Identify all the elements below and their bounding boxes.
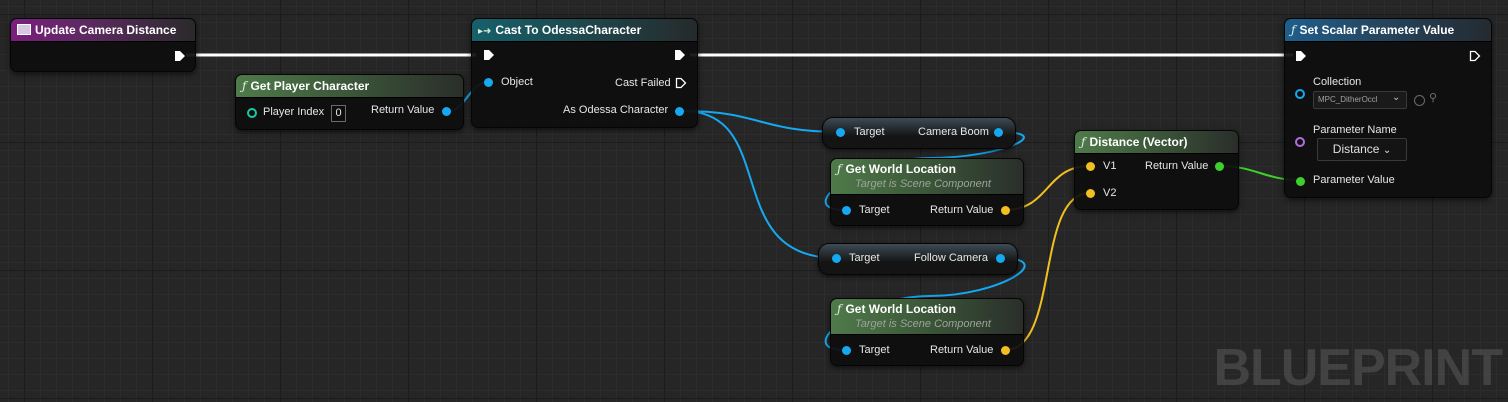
node-title: Update Camera Distance <box>35 23 177 37</box>
target-pin[interactable] <box>842 346 851 355</box>
camera-boom-pin[interactable] <box>994 128 1003 137</box>
follow-camera-label: Follow Camera <box>914 252 988 264</box>
collection-value: MPC_DitherOccl <box>1318 95 1378 104</box>
node-distance-vector[interactable]: ƒ Distance (Vector) V1 Return Value V2 <box>1074 130 1239 210</box>
node-header[interactable]: ▸➜ Cast To OdessaCharacter <box>472 19 697 42</box>
return-value-pin[interactable] <box>1001 206 1010 215</box>
node-title: Get World Location <box>845 302 956 316</box>
as-odessa-character-pin[interactable] <box>675 107 684 116</box>
exec-in-pin-icon[interactable] <box>1295 50 1307 62</box>
exec-out-pin-icon[interactable] <box>674 49 686 61</box>
player-index-input[interactable]: 0 <box>331 105 346 122</box>
parameter-name-pin[interactable] <box>1295 137 1305 147</box>
return-value-pin[interactable] <box>1001 346 1010 355</box>
v1-label: V1 <box>1103 160 1117 172</box>
search-icon[interactable]: ⚲ <box>1429 91 1437 104</box>
node-header[interactable]: ƒ Set Scalar Parameter Value <box>1285 19 1491 42</box>
return-value-pin[interactable] <box>1215 162 1224 171</box>
player-index-label: Player Index <box>263 106 325 118</box>
chevron-down-icon[interactable]: ⌄ <box>1392 92 1400 103</box>
v2-pin[interactable] <box>1086 189 1095 198</box>
node-title: Get Player Character <box>250 79 370 93</box>
object-pin[interactable] <box>484 78 493 87</box>
parameter-value-label: Parameter Value <box>1313 174 1395 186</box>
cast-icon: ▸➜ <box>478 26 492 37</box>
return-value-label: Return Value <box>930 344 994 356</box>
node-get-world-location-2[interactable]: ƒ Get World Location Target is Scene Comp… <box>830 298 1024 366</box>
target-pin[interactable] <box>842 206 851 215</box>
browse-icon[interactable] <box>1414 95 1425 106</box>
v1-pin[interactable] <box>1086 162 1095 171</box>
target-label: Target <box>854 126 885 138</box>
node-title: Distance (Vector) <box>1089 135 1188 149</box>
parameter-value-pin[interactable] <box>1296 177 1305 186</box>
target-pin[interactable] <box>836 128 845 137</box>
function-icon: ƒ <box>1081 135 1086 149</box>
parameter-name-label: Parameter Name <box>1313 124 1397 136</box>
follow-camera-pin[interactable] <box>996 254 1005 263</box>
node-get-player-character[interactable]: ƒ Get Player Character Player Index 0 Ret… <box>235 74 464 130</box>
target-label: Target <box>859 204 890 216</box>
node-title: Cast To OdessaCharacter <box>495 23 642 37</box>
exec-in-pin-icon[interactable] <box>483 49 495 61</box>
exec-pin-icon[interactable] <box>174 50 186 62</box>
cast-failed-label: Cast Failed <box>615 77 671 89</box>
v2-label: V2 <box>1103 187 1117 199</box>
function-icon: ƒ <box>837 302 842 316</box>
node-subtitle: Target is Scene Component <box>855 178 991 190</box>
parameter-name-value: Distance <box>1332 142 1380 156</box>
node-title: Set Scalar Parameter Value <box>1299 23 1455 37</box>
blueprint-watermark: BLUEPRINT <box>1213 339 1503 397</box>
node-header[interactable]: Update Camera Distance <box>11 19 195 42</box>
camera-boom-label: Camera Boom <box>918 126 989 138</box>
function-icon: ƒ <box>837 162 842 176</box>
return-value-label: Return Value <box>371 104 435 116</box>
node-cast-to-odessa[interactable]: ▸➜ Cast To OdessaCharacter Object Cast Fa… <box>471 18 698 128</box>
function-icon: ƒ <box>242 79 247 93</box>
event-icon <box>17 24 31 35</box>
object-label: Object <box>501 76 533 88</box>
node-title: Get World Location <box>845 162 956 176</box>
as-odessa-character-label: As Odessa Character <box>563 104 669 116</box>
wire-cast-to-follow-camera[interactable] <box>682 110 837 259</box>
cast-failed-pin-icon[interactable] <box>675 77 687 89</box>
target-label: Target <box>849 252 880 264</box>
node-set-scalar-parameter-value[interactable]: ƒ Set Scalar Parameter Value Collection M… <box>1284 18 1492 198</box>
node-header[interactable]: ƒ Get World Location Target is Scene Comp… <box>831 299 1023 335</box>
player-index-pin[interactable] <box>247 108 257 118</box>
collection-label: Collection <box>1313 76 1362 88</box>
node-subtitle: Target is Scene Component <box>855 318 991 330</box>
target-label: Target <box>859 344 890 356</box>
node-get-world-location-1[interactable]: ƒ Get World Location Target is Scene Comp… <box>830 158 1024 226</box>
return-value-label: Return Value <box>1145 160 1209 172</box>
node-follow-camera[interactable]: Target Follow Camera <box>818 243 1018 275</box>
node-camera-boom[interactable]: Target Camera Boom <box>822 117 1016 149</box>
return-value-pin[interactable] <box>442 107 451 116</box>
node-header[interactable]: ƒ Get Player Character <box>236 75 463 98</box>
chevron-down-icon: ⌄ <box>1382 145 1392 156</box>
wire-cast-to-camera-boom[interactable] <box>682 110 841 133</box>
parameter-name-dropdown[interactable]: Distance ⌄ <box>1317 138 1407 161</box>
node-update-camera-distance[interactable]: Update Camera Distance <box>10 18 196 72</box>
target-pin[interactable] <box>832 254 841 263</box>
node-header[interactable]: ƒ Distance (Vector) <box>1075 131 1238 154</box>
return-value-label: Return Value <box>930 204 994 216</box>
collection-pin[interactable] <box>1295 89 1305 99</box>
node-header[interactable]: ƒ Get World Location Target is Scene Comp… <box>831 159 1023 195</box>
exec-out-pin-icon[interactable] <box>1469 50 1481 62</box>
function-icon: ƒ <box>1291 23 1296 37</box>
